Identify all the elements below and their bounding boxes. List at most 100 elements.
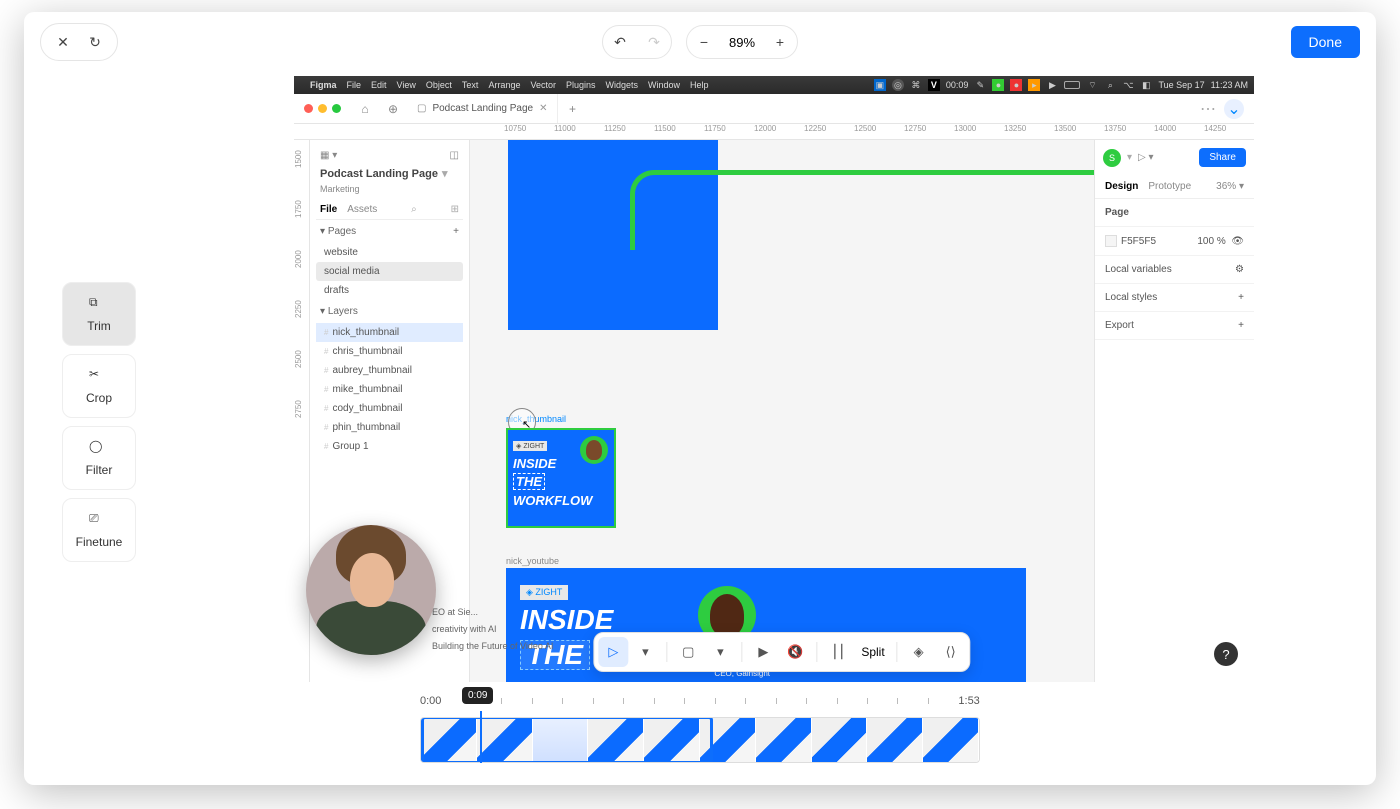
strip-frame[interactable] (588, 718, 644, 762)
tab-close-icon: ✕ (539, 103, 547, 114)
mac-menubar: Figma File Edit View Object Text Arrange… (294, 76, 1254, 94)
layer-item: chris_thumbnail (316, 342, 463, 361)
component-icon: ◈ (904, 637, 934, 667)
status-icon: V (928, 79, 940, 91)
layer-item: phin_thumbnail (316, 418, 463, 437)
figma-right-panel: S ▾ ▷ ▾ Share Design Prototype 36% ▾ Pag… (1094, 140, 1254, 682)
status-icon: ⌘ (910, 79, 922, 91)
trim-tool[interactable]: ⧉ Trim (62, 282, 136, 346)
strip-frame[interactable] (700, 718, 756, 762)
canvas-path (716, 170, 1094, 175)
canvas-zoom: 36% (1216, 181, 1236, 192)
help-icon: ? (1214, 642, 1238, 666)
strip-frame[interactable] (812, 718, 868, 762)
strip-frame[interactable] (756, 718, 812, 762)
figma-canvas: nick_thumbnail ↖ ◈ ZIGHT INSIDE THE WORK… (470, 140, 1094, 682)
chevron-down-icon: ▾ (630, 637, 660, 667)
strip-frame[interactable] (533, 718, 589, 762)
canvas-path (630, 170, 1030, 250)
page-item: website (316, 243, 463, 262)
rec-timer: 00:09 (946, 80, 969, 90)
status-icon: ● (992, 79, 1004, 91)
strip-frame[interactable] (477, 718, 533, 762)
wifi-icon: ⌔ (1086, 79, 1098, 91)
filter-icon: ◯ (89, 439, 109, 459)
layers-header: Layers (328, 306, 358, 317)
card-badge: ◈ ZIGHT (520, 585, 568, 600)
timeline-axis[interactable]: 0:00 0:09 1:53 (420, 689, 980, 713)
color-value: F5F5F5 (1121, 236, 1156, 247)
menu-vector: Vector (530, 80, 556, 90)
layer-item: aubrey_thumbnail (316, 361, 463, 380)
time-start: 0:00 (420, 695, 441, 707)
project-subtitle: Marketing (316, 184, 463, 200)
add-icon: + (1238, 292, 1244, 303)
menu-object: Object (426, 80, 452, 90)
webcam-overlay[interactable] (306, 525, 436, 655)
done-button[interactable]: Done (1291, 26, 1360, 58)
mute-icon: 🔇 (780, 637, 810, 667)
snippet-list: EO at Sie... creativity with AI Building… (432, 604, 553, 655)
status-icon: ▸ (1028, 79, 1040, 91)
frame-label: nick_youtube (506, 556, 559, 566)
history-icon[interactable]: ↻ (83, 30, 107, 54)
time-end: 1:53 (958, 695, 979, 707)
playhead[interactable] (480, 711, 482, 763)
redo-icon[interactable]: ↷ (637, 26, 671, 58)
figma-menu-icon: ▦ ▾ (320, 150, 337, 161)
play-icon: ▶ (748, 637, 778, 667)
export-label: Export (1105, 320, 1134, 331)
globe-icon: ⊕ (379, 102, 407, 116)
menu-file: File (347, 80, 362, 90)
crop-icon: ✂ (89, 367, 109, 387)
menu-plugins: Plugins (566, 80, 596, 90)
layer-item: nick_thumbnail (316, 323, 463, 342)
page-label: Page (1105, 207, 1129, 218)
undo-icon[interactable]: ↶ (603, 26, 637, 58)
trim-icon: ⧉ (89, 295, 109, 315)
strip-frame[interactable] (421, 718, 477, 762)
more-icon: ⋯ (1200, 99, 1216, 119)
zoom-in-icon[interactable]: + (763, 26, 797, 58)
menu-edit: Edit (371, 80, 387, 90)
zoom-out-icon[interactable]: − (687, 26, 721, 58)
split-icon: ⎮⎮ (823, 637, 853, 667)
strip-frame[interactable] (923, 718, 979, 762)
trim-label: Trim (87, 319, 111, 333)
status-icon: ▣ (874, 79, 886, 91)
figma-tab: ▢ Podcast Landing Page ✕ (407, 94, 558, 123)
devmode-icon: ⟨⟩ (936, 637, 966, 667)
thumbnail-strip[interactable] (420, 717, 980, 763)
menu-arrange: Arrange (488, 80, 520, 90)
filter-label: Filter (86, 463, 113, 477)
local-variables: Local variables (1105, 264, 1172, 275)
tab-design: Design (1105, 181, 1138, 192)
window-max-icon (332, 104, 341, 113)
local-styles: Local styles (1105, 292, 1157, 303)
filter-tool[interactable]: ◯ Filter (62, 426, 136, 490)
menubar-time: 11:23 AM (1211, 80, 1248, 90)
menubar-date: Tue Sep 17 (1158, 80, 1204, 90)
strip-frame[interactable] (644, 718, 700, 762)
close-icon[interactable]: ✕ (51, 30, 75, 54)
control-icon: ⌥ (1122, 79, 1134, 91)
component-icon: ⊞ (451, 204, 459, 215)
strip-frame[interactable] (867, 718, 923, 762)
split-label: Split (855, 645, 890, 659)
crop-tool[interactable]: ✂ Crop (62, 354, 136, 418)
playhead-time[interactable]: 0:09 (462, 687, 493, 704)
pages-header: Pages (328, 226, 356, 237)
menu-window: Window (648, 80, 680, 90)
search-icon: ⌕ (411, 204, 417, 215)
status-icon: ✎ (974, 79, 986, 91)
card-badge: ◈ ZIGHT (513, 441, 547, 451)
avatar (580, 436, 608, 464)
window-min-icon (318, 104, 327, 113)
page-item: drafts (316, 281, 463, 300)
menu-help: Help (690, 80, 709, 90)
finetune-tool[interactable]: ⎚ Finetune (62, 498, 136, 562)
status-icon: ● (1010, 79, 1022, 91)
menu-text: Text (462, 80, 479, 90)
present-icon: ▷ ▾ (1138, 152, 1154, 163)
page-item: social media (316, 262, 463, 281)
